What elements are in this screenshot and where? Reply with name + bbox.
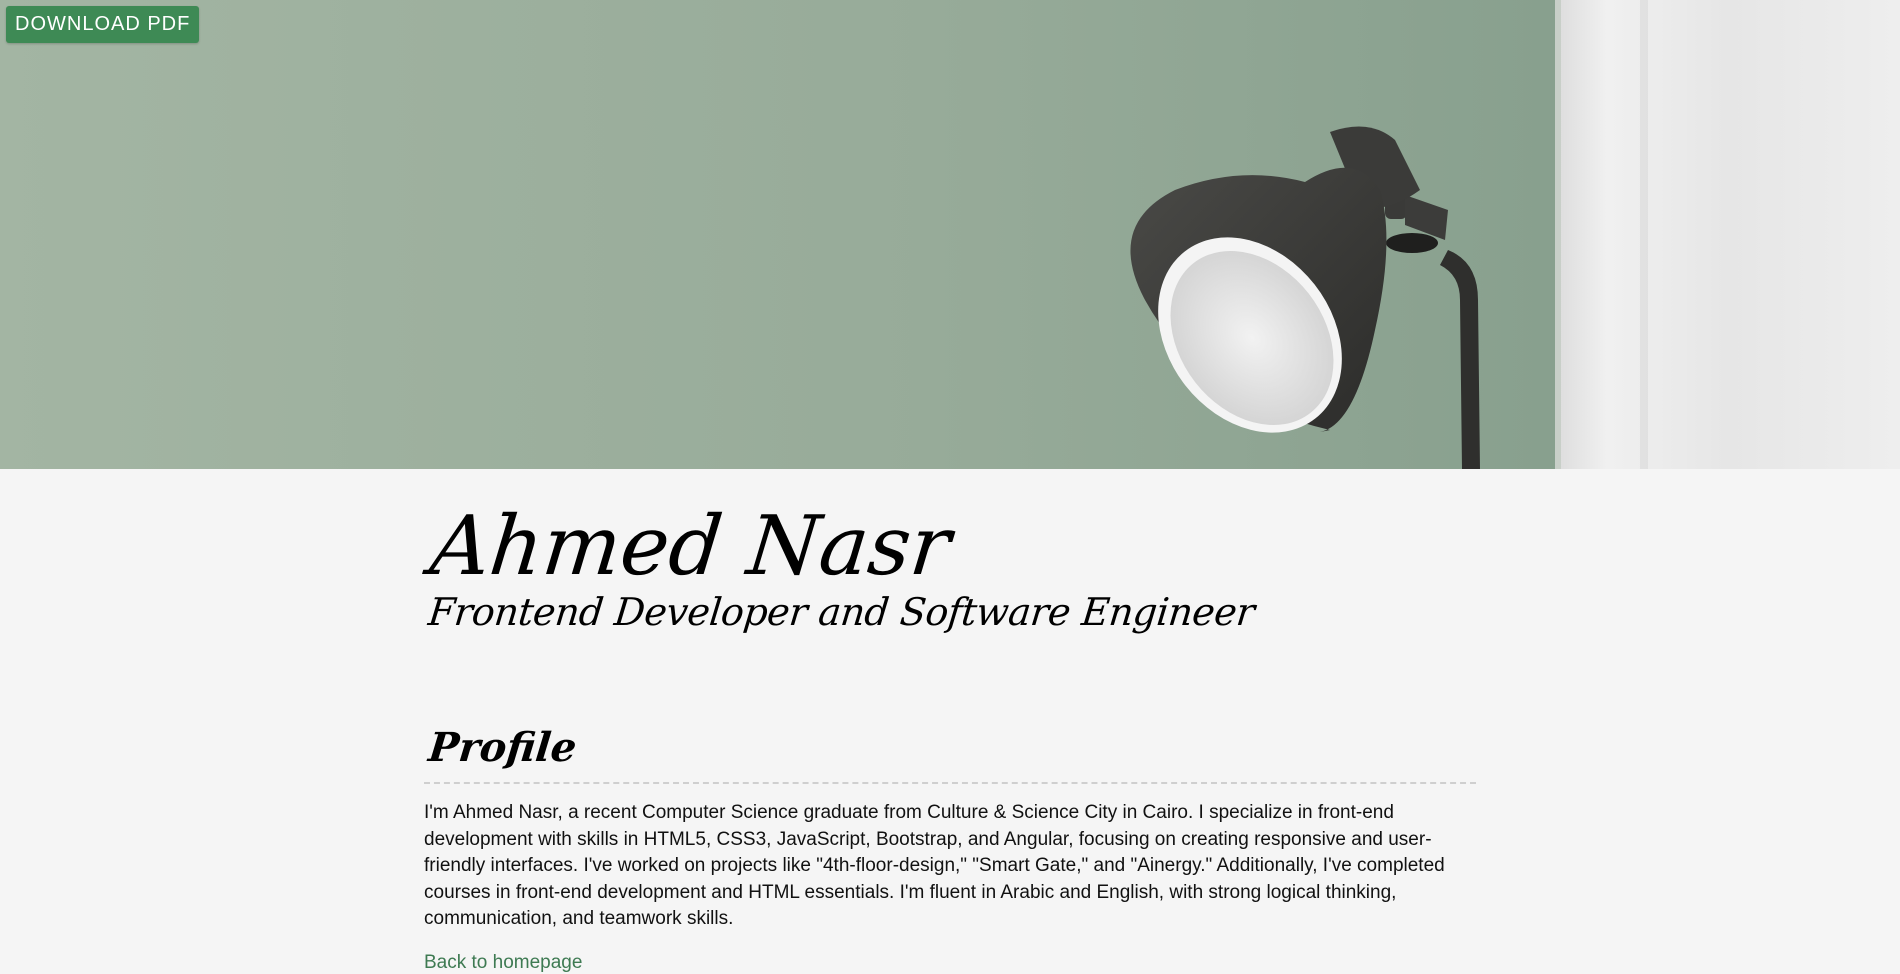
person-name: Ahmed Nasr xyxy=(426,499,955,594)
hero-banner xyxy=(0,0,1900,469)
section-heading-profile: Profile xyxy=(426,724,579,771)
wall-lamp-photo xyxy=(0,0,1900,469)
section-divider xyxy=(424,782,1476,784)
person-title: Frontend Developer and Software Engineer xyxy=(426,590,1257,634)
profile-description: I'm Ahmed Nasr, a recent Computer Scienc… xyxy=(424,802,1445,929)
back-to-homepage-link[interactable]: Back to homepage xyxy=(424,952,582,974)
download-pdf-button[interactable]: DOWNLOAD PDF xyxy=(6,6,200,43)
